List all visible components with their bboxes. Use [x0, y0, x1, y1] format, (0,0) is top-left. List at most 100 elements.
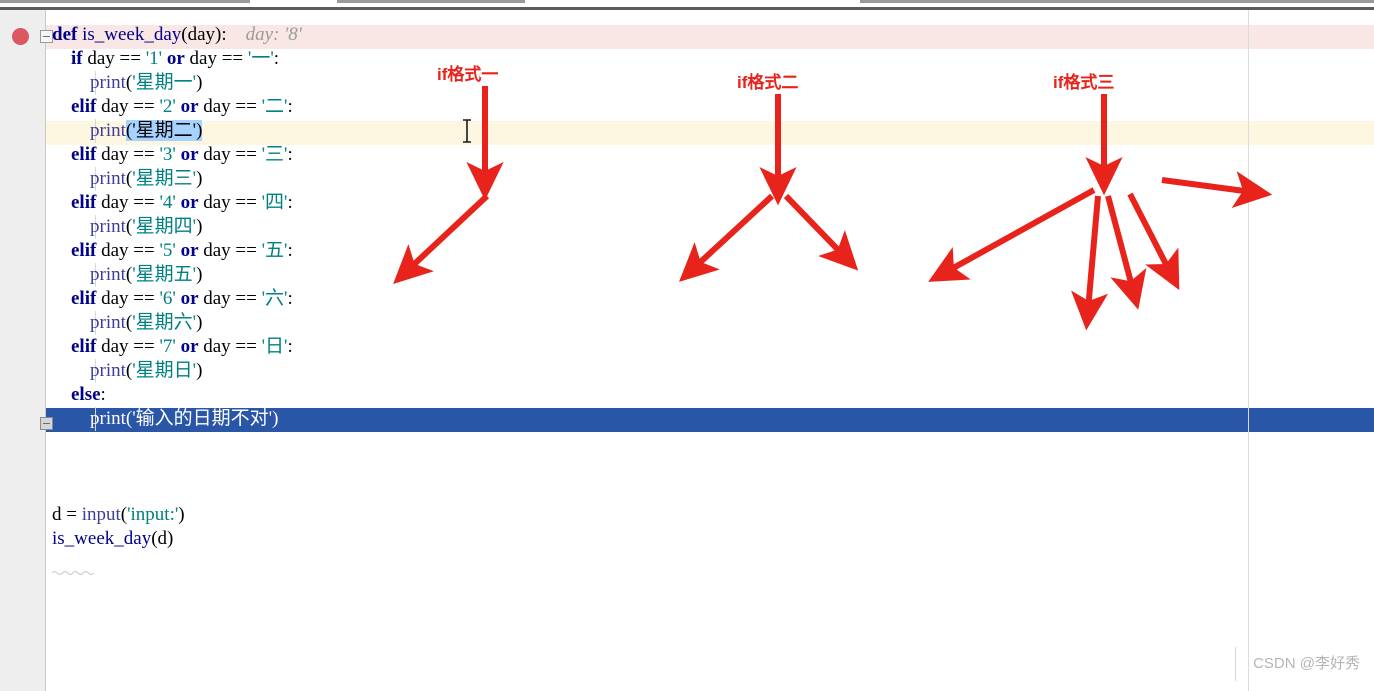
code-line[interactable]: elif day == '3' or day == '三':: [52, 143, 302, 167]
code-token: elif: [71, 96, 97, 117]
code-token: (d): [151, 528, 174, 549]
code-token: is_week_day: [52, 528, 152, 549]
code-line[interactable]: d = input('input:'): [52, 503, 302, 527]
editor-gutter[interactable]: [0, 10, 46, 691]
code-line[interactable]: else:: [52, 383, 302, 407]
code-token: '五': [261, 240, 288, 261]
code-token: '星期三': [132, 168, 197, 189]
code-token: print: [90, 120, 126, 141]
breakpoint-dot-icon[interactable]: [12, 28, 29, 45]
strip-segment: [337, 0, 525, 3]
code-line[interactable]: [52, 455, 302, 479]
code-token: ): [196, 312, 203, 333]
code-token: day ==: [198, 240, 262, 261]
code-editor-pane[interactable]: def is_week_day(day): day: '8' if day ==…: [0, 10, 1374, 691]
code-line[interactable]: print('星期三'): [52, 167, 302, 191]
code-token: ): [178, 504, 185, 525]
top-tab-strip: [0, 0, 1374, 10]
code-token: day ==: [96, 144, 160, 165]
code-token: day ==: [198, 288, 262, 309]
code-line[interactable]: print('星期五'): [52, 263, 302, 287]
code-token: '7': [159, 336, 176, 357]
code-token: day ==: [96, 288, 160, 309]
annotation-label-if-format-2: if格式二: [737, 73, 799, 92]
code-token: '一': [247, 48, 274, 69]
code-line[interactable]: def is_week_day(day): day: '8': [52, 23, 302, 47]
strip-segment: [860, 0, 1374, 3]
code-token: input: [81, 504, 121, 525]
code-line[interactable]: print('输入的日期不对'): [52, 407, 302, 431]
code-token: day ==: [198, 96, 262, 117]
code-line[interactable]: elif day == '2' or day == '二':: [52, 95, 302, 119]
code-token: elif: [71, 240, 97, 261]
code-token: day ==: [96, 336, 160, 357]
code-line[interactable]: print('星期一'): [52, 71, 302, 95]
code-token: ): [196, 72, 203, 93]
code-token: :: [273, 48, 280, 69]
code-token: '6': [159, 288, 176, 309]
code-token: '四': [261, 192, 288, 213]
code-token: elif: [71, 336, 97, 357]
code-token: day: '8': [226, 24, 302, 45]
code-token: day ==: [198, 336, 262, 357]
code-token: def: [52, 24, 78, 45]
code-token: print: [90, 168, 126, 189]
code-line[interactable]: elif day == '4' or day == '四':: [52, 191, 302, 215]
code-token: or: [180, 288, 199, 309]
code-token: '3': [159, 144, 176, 165]
code-token: or: [166, 48, 185, 69]
code-token: day ==: [198, 192, 262, 213]
code-token: '二': [261, 96, 288, 117]
code-token: d =: [52, 504, 82, 525]
code-token: '星期一': [132, 72, 197, 93]
code-line[interactable]: print('星期六'): [52, 311, 302, 335]
code-line[interactable]: is_week_day(d): [52, 527, 302, 551]
code-line[interactable]: print('星期日'): [52, 359, 302, 383]
code-token: day ==: [82, 48, 146, 69]
code-token: ): [196, 360, 203, 381]
code-token: ): [196, 264, 203, 285]
code-line[interactable]: elif day == '7' or day == '日':: [52, 335, 302, 359]
code-line[interactable]: if day == '1' or day == '一':: [52, 47, 302, 71]
code-token: day ==: [184, 48, 248, 69]
code-token: (day):: [181, 24, 227, 45]
code-token: print: [90, 216, 126, 237]
code-token: :: [287, 192, 293, 213]
code-token: else: [71, 384, 101, 405]
code-line[interactable]: print('星期二'): [52, 119, 302, 143]
code-token: '三': [261, 144, 288, 165]
code-token: :: [287, 144, 293, 165]
source-code-text[interactable]: def is_week_day(day): day: '8' if day ==…: [52, 23, 302, 551]
code-token: '1': [145, 48, 163, 69]
code-token: if: [71, 48, 83, 69]
code-token: elif: [71, 144, 97, 165]
code-token: or: [180, 240, 199, 261]
code-line[interactable]: elif day == '6' or day == '六':: [52, 287, 302, 311]
code-token: :: [287, 336, 293, 357]
csdn-watermark: CSDN @李好秀: [1253, 655, 1360, 672]
annotation-label-if-format-1: if格式一: [437, 65, 499, 84]
code-token: or: [180, 336, 199, 357]
code-token: :: [287, 288, 293, 309]
text-ibeam-cursor: [463, 119, 471, 143]
code-line[interactable]: print('星期四'): [52, 215, 302, 239]
code-line[interactable]: [52, 431, 302, 455]
code-token: elif: [71, 192, 97, 213]
code-line[interactable]: [52, 479, 302, 503]
code-token: '输入的日期不对': [132, 408, 273, 429]
code-token: or: [180, 96, 199, 117]
code-token: day ==: [96, 240, 160, 261]
code-token: '5': [159, 240, 176, 261]
code-line[interactable]: elif day == '5' or day == '五':: [52, 239, 302, 263]
code-token: :: [287, 240, 293, 261]
code-token: '4': [159, 192, 176, 213]
code-token: :: [287, 96, 293, 117]
